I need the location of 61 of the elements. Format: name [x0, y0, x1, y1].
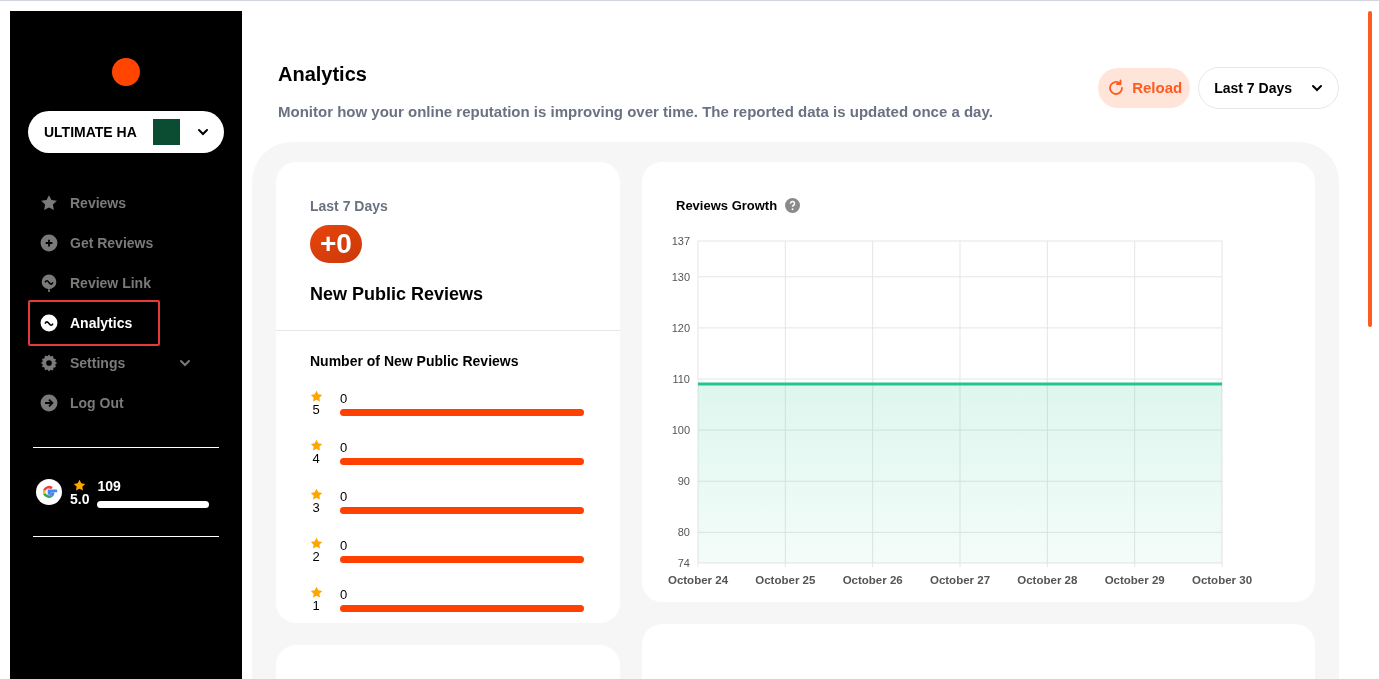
- review-count: 0: [340, 440, 349, 455]
- delta-badge: +0: [310, 224, 362, 263]
- y-tick-label: 74: [677, 557, 690, 569]
- y-tick-label: 80: [677, 526, 690, 539]
- review-count: 0: [340, 489, 349, 504]
- x-tick-label: October 27: [929, 574, 991, 584]
- x-tick-label: October 24: [667, 574, 729, 584]
- period-label: Last 7 Days: [310, 196, 388, 216]
- x-tick-label: October 30: [1191, 574, 1253, 584]
- star-icon: [40, 194, 58, 212]
- nav-item[interactable]: Review Link: [28, 263, 204, 303]
- star-icon: [73, 478, 87, 492]
- google-logo-icon: [36, 479, 62, 505]
- x-tick-label: October 29: [1104, 574, 1165, 584]
- business-selector[interactable]: ULTIMATE HA: [28, 111, 224, 153]
- y-tick-label: 130: [671, 270, 690, 283]
- star-icon: [309, 389, 323, 403]
- star-icon: [309, 585, 323, 599]
- chart-title: Reviews Growth: [676, 196, 778, 215]
- review-count: 0: [340, 391, 349, 406]
- page-subtitle: Monitor how your online reputation is improving over time. The reported data is updated once a day.: [278, 102, 993, 122]
- page-title: Analytics: [278, 62, 368, 87]
- nav-item[interactable]: Analytics: [28, 300, 160, 346]
- star-icon: [309, 438, 323, 452]
- wave-icon: [40, 314, 58, 332]
- scrollbar[interactable]: [1368, 11, 1372, 327]
- review-count: 0: [340, 538, 349, 553]
- y-tick-label: 137: [671, 235, 690, 247]
- help-icon[interactable]: [785, 197, 801, 213]
- star-icon: [309, 536, 323, 550]
- arrow-right-icon: [40, 394, 58, 412]
- x-tick-label: October 26: [842, 574, 903, 584]
- summary-label: New Public Reviews: [310, 282, 484, 306]
- business-logo: [153, 119, 180, 145]
- y-tick-label: 120: [671, 321, 690, 334]
- star-rating-label: 3: [312, 500, 320, 515]
- star-rating-label: 2: [312, 549, 320, 564]
- nav-item[interactable]: Settings: [28, 343, 204, 383]
- business-name: ULTIMATE HA: [44, 122, 137, 142]
- x-tick-label: October 25: [755, 574, 816, 584]
- y-tick-label: 90: [677, 475, 690, 488]
- nav-item[interactable]: Reviews: [28, 183, 204, 223]
- review-count: 0: [340, 587, 349, 602]
- logo-icon: [112, 58, 140, 86]
- reload-button[interactable]: Reload: [1098, 68, 1191, 108]
- plus-icon: [40, 234, 58, 252]
- review-count: 109: [97, 477, 122, 496]
- settings-icon: [40, 354, 58, 372]
- x-tick-label: October 28: [1017, 574, 1078, 584]
- speech-bubble-icon: [40, 274, 58, 292]
- rating-score: 5.0: [70, 491, 90, 506]
- star-rating-label: 1: [312, 598, 320, 613]
- star-rating-label: 5: [312, 402, 320, 417]
- y-tick-label: 100: [671, 424, 690, 437]
- y-tick-label: 110: [672, 373, 690, 385]
- period-dropdown[interactable]: Last 7 Days: [1198, 67, 1339, 109]
- breakdown-title: Number of New Public Reviews: [310, 351, 520, 371]
- star-rating-label: 4: [312, 451, 320, 466]
- nav-item[interactable]: Get Reviews: [28, 223, 204, 263]
- star-icon: [309, 487, 323, 501]
- nav-item[interactable]: Log Out: [28, 383, 204, 423]
